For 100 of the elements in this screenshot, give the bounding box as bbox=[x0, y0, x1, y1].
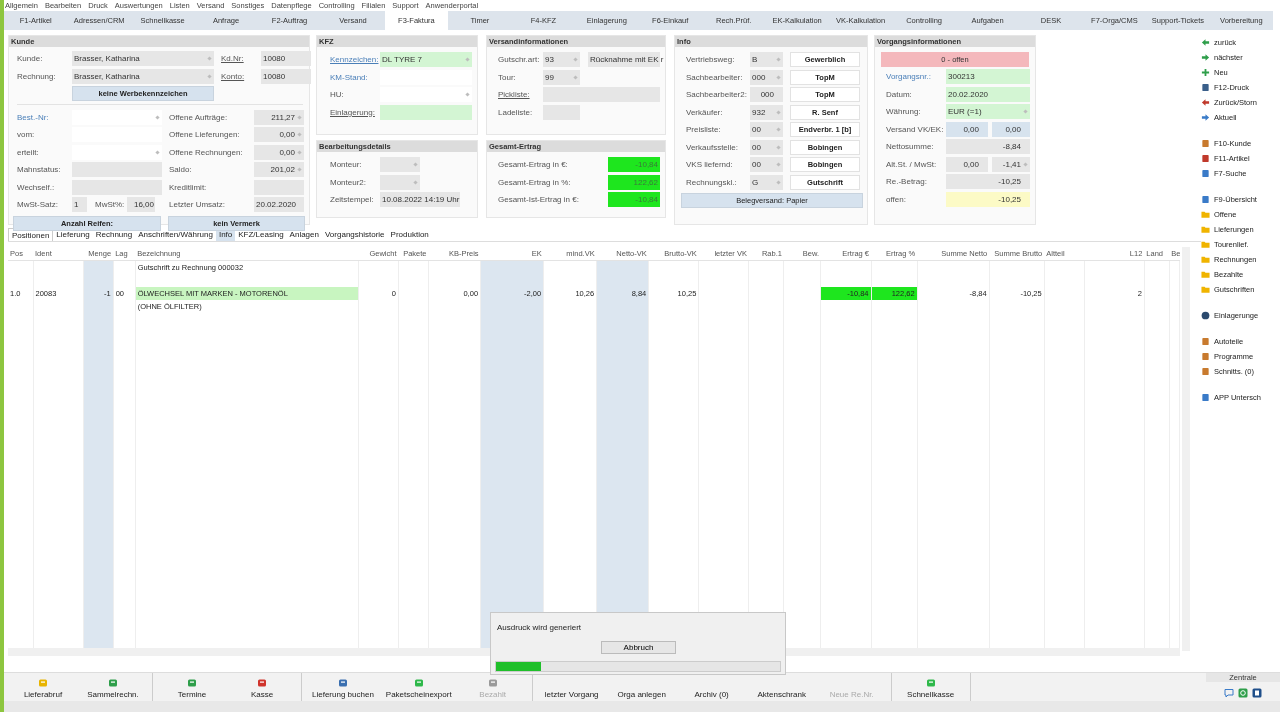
field-label: Saldo: bbox=[169, 165, 193, 175]
text-field[interactable]: 932 bbox=[750, 104, 783, 120]
dialog-title: Ausdruck wird generiert bbox=[497, 623, 582, 632]
toolbar-button[interactable]: letzter Vorgang bbox=[538, 673, 605, 701]
cancel-button[interactable]: Abbruch bbox=[601, 641, 676, 654]
text-field[interactable]: -10,25 bbox=[946, 191, 1030, 207]
field-label: Best.-Nr: bbox=[17, 112, 50, 122]
toolbar-button[interactable]: Aktenschrank bbox=[748, 673, 815, 701]
toolbar-button[interactable]: Schnellkasse bbox=[897, 673, 964, 701]
text-field[interactable]: 00 bbox=[750, 139, 783, 155]
field-label: KM-Stand: bbox=[330, 72, 369, 82]
tab[interactable]: Anlagen bbox=[286, 228, 322, 241]
text-field[interactable]: 99 bbox=[543, 69, 580, 85]
text-field[interactable]: 211,27 bbox=[254, 109, 304, 125]
text-field[interactable] bbox=[72, 109, 162, 125]
field-label: Gesamt-Ertrag in %: bbox=[498, 177, 572, 187]
text-field[interactable]: 0,00 bbox=[946, 156, 988, 172]
toolbar-button[interactable]: Sammelrechn. bbox=[80, 673, 146, 701]
text-field[interactable]: 000 bbox=[750, 87, 783, 103]
field-label: erteilt: bbox=[17, 147, 40, 157]
field-link[interactable]: Kd.Nr: bbox=[214, 54, 261, 64]
field-label: Sachbearbeiter2: bbox=[686, 90, 748, 100]
text-field[interactable]: -10,25 bbox=[946, 174, 1030, 190]
field-label: Alt.St. / MwSt: bbox=[886, 159, 938, 169]
tab[interactable]: KFZ/Leasing bbox=[235, 228, 287, 241]
toolbar-button[interactable]: Archiv (0) bbox=[678, 673, 745, 701]
text-field[interactable]: 16,00 bbox=[127, 197, 155, 213]
text-field[interactable]: 0,00 bbox=[254, 144, 304, 160]
text-field[interactable]: 201,02 bbox=[254, 162, 304, 178]
field-label: Nettosumme: bbox=[886, 142, 935, 152]
field-label: Monteur: bbox=[330, 160, 363, 170]
field-label: Datum: bbox=[886, 89, 913, 99]
field-label: Tour: bbox=[498, 72, 517, 82]
text-field[interactable]: 20.02.2020 bbox=[254, 197, 304, 213]
text-field[interactable]: B bbox=[750, 52, 783, 68]
field-link[interactable]: Kennzeichen: bbox=[330, 55, 380, 65]
field-label: Sachbearbeiter: bbox=[686, 72, 744, 82]
field-label: MwSt%: bbox=[94, 200, 126, 210]
text-field[interactable]: 93 bbox=[543, 52, 580, 68]
tab[interactable]: Lieferung bbox=[53, 228, 93, 241]
field-label: Versand VK/EK: bbox=[886, 124, 945, 134]
chat-icon[interactable] bbox=[1224, 688, 1234, 698]
field-label: Zeitstempel: bbox=[330, 195, 375, 205]
field-label: Gesamt-Ertrag in €: bbox=[498, 160, 569, 170]
toolbar-button[interactable]: Lieferabruf bbox=[10, 673, 76, 701]
text-field[interactable] bbox=[380, 157, 420, 173]
text-field[interactable]: -8,84 bbox=[946, 139, 1030, 155]
text-field[interactable]: 10.08.2022 14:19 Uhr bbox=[380, 192, 460, 208]
tab[interactable]: Produktion bbox=[387, 228, 432, 241]
field-label: Offene Rechnungen: bbox=[169, 147, 244, 157]
field-label: Gesamt-Ist-Ertrag in €: bbox=[498, 195, 580, 205]
field-label: Monteur2: bbox=[330, 177, 368, 187]
text-field[interactable]: 00 bbox=[750, 157, 783, 173]
field-link[interactable]: Pickliste: bbox=[498, 90, 543, 100]
field-label: Mahnstatus: bbox=[17, 165, 62, 175]
text-field[interactable]: 0,00 bbox=[946, 121, 988, 137]
field-label: vom: bbox=[17, 130, 36, 140]
text-field[interactable]: 20.02.2020 bbox=[946, 86, 1030, 102]
refresh-icon[interactable] bbox=[1238, 688, 1248, 698]
toolbar-button[interactable]: Paketscheinexport bbox=[381, 673, 456, 701]
text-field[interactable]: 000 bbox=[750, 69, 783, 85]
field-label: Gutschr.art: bbox=[498, 55, 541, 65]
tab[interactable]: Anschriften/Währung bbox=[135, 228, 216, 241]
field-label: Verkäufer: bbox=[686, 107, 724, 117]
field-label: Rechnungskl.: bbox=[686, 177, 738, 187]
field-label: Währung: bbox=[886, 107, 922, 117]
field-label: Vertriebsweg: bbox=[686, 55, 736, 65]
field-label: offen: bbox=[886, 194, 907, 204]
field-link[interactable]: Konto: bbox=[214, 71, 261, 81]
text-field[interactable]: 0,00 bbox=[992, 121, 1030, 137]
text-field[interactable]: 1 bbox=[72, 197, 87, 213]
text-field[interactable]: Brasser, Katharina bbox=[72, 68, 214, 84]
app-icon[interactable] bbox=[1252, 688, 1262, 698]
text-field[interactable]: DL TYRE 7 bbox=[380, 52, 472, 68]
text-field[interactable] bbox=[380, 104, 472, 120]
text-field[interactable] bbox=[72, 144, 162, 160]
field-label: VKS liefernd: bbox=[686, 160, 734, 170]
text-field[interactable]: EUR (=1) bbox=[946, 104, 1030, 120]
text-field[interactable] bbox=[380, 87, 472, 103]
text-field[interactable]: Brasser, Katharina bbox=[72, 51, 214, 67]
tab[interactable]: Vorgangshistorie bbox=[321, 228, 388, 241]
field-label: Verkaufsstelle: bbox=[686, 142, 740, 152]
toolbar-button[interactable]: Orga anlegen bbox=[608, 673, 675, 701]
text-field[interactable]: 300213 bbox=[946, 69, 1030, 85]
text-field[interactable]: G bbox=[750, 174, 783, 190]
text-field[interactable]: 0,00 bbox=[254, 127, 304, 143]
field-label: Preisliste: bbox=[686, 125, 722, 135]
field-link[interactable]: Einlagerung: bbox=[330, 107, 380, 117]
text-field[interactable]: 10080 bbox=[261, 51, 311, 67]
field-label: Re.-Betrag: bbox=[886, 177, 928, 187]
toolbar-button[interactable]: Termine bbox=[159, 673, 225, 701]
field-label: Kreditlimit: bbox=[169, 182, 208, 192]
toolbar-button[interactable]: Kasse bbox=[229, 673, 295, 701]
text-field[interactable]: 10080 bbox=[261, 68, 311, 84]
text-field[interactable] bbox=[380, 174, 420, 190]
tab[interactable]: Rechnung bbox=[92, 228, 136, 241]
text-field[interactable]: -1,41 bbox=[992, 156, 1030, 172]
text-field[interactable]: 00 bbox=[750, 122, 783, 138]
toolbar-button[interactable]: Lieferung buchen bbox=[308, 673, 378, 701]
field-label: Ladeliste: bbox=[498, 107, 534, 117]
